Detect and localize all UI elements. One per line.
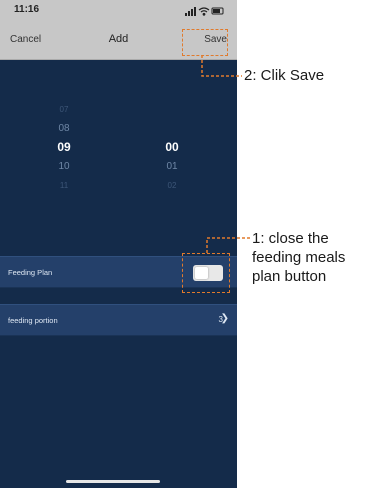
feeding-plan-label: Feeding Plan bbox=[8, 268, 53, 277]
save-callout-line bbox=[201, 55, 242, 77]
toggle-highlight-box bbox=[182, 253, 230, 293]
feeding-portion-row[interactable]: feeding portion 3 ❯ bbox=[0, 304, 237, 336]
minute-selected[interactable]: 00 bbox=[142, 138, 202, 157]
status-bar: 11:16 bbox=[0, 0, 237, 22]
status-time: 11:16 bbox=[14, 4, 40, 15]
hour-option[interactable]: 07 bbox=[34, 100, 94, 119]
hour-wheel[interactable]: 07 08 09 10 11 bbox=[34, 100, 94, 195]
hour-selected[interactable]: 09 bbox=[34, 138, 94, 157]
wifi-icon bbox=[198, 7, 210, 16]
minute-wheel[interactable]: 00 01 02 bbox=[142, 100, 202, 195]
toggle-callout-line bbox=[206, 237, 251, 253]
minute-option[interactable]: 02 bbox=[142, 176, 202, 195]
minute-option-empty bbox=[142, 100, 202, 119]
chevron-right-icon: ❯ bbox=[220, 313, 229, 324]
hour-option[interactable]: 10 bbox=[34, 157, 94, 176]
save-callout-text: 2: Clik Save bbox=[244, 67, 325, 84]
hour-option[interactable]: 11 bbox=[34, 176, 94, 195]
time-picker[interactable]: 07 08 09 10 11 00 01 02 bbox=[0, 100, 237, 210]
home-indicator bbox=[66, 480, 160, 483]
minute-option[interactable]: 01 bbox=[142, 157, 202, 176]
status-icons bbox=[185, 6, 225, 16]
battery-icon bbox=[211, 7, 224, 15]
toggle-callout-text: 1: close the feeding meals plan button bbox=[252, 230, 346, 285]
hour-option[interactable]: 08 bbox=[34, 119, 94, 138]
feeding-portion-label: feeding portion bbox=[8, 316, 58, 325]
minute-option-empty bbox=[142, 119, 202, 138]
signal-icon bbox=[185, 7, 196, 16]
save-highlight-box bbox=[182, 29, 228, 56]
